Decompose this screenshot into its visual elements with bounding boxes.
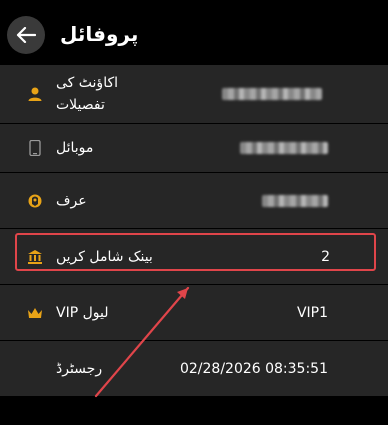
registered-label: رجسٹرڈ bbox=[56, 360, 103, 377]
arrow-left-icon bbox=[16, 27, 36, 43]
nickname-value bbox=[262, 194, 328, 207]
vip-level-value: VIP1 bbox=[296, 304, 328, 321]
phone-icon bbox=[27, 140, 43, 156]
header: پروفائل bbox=[0, 0, 388, 64]
row-account-details[interactable]: اکاؤنٹ کی تفصیلات bbox=[0, 65, 388, 123]
account-details-label: اکاؤنٹ کی تفصیلات bbox=[56, 75, 119, 113]
row-vip-level[interactable]: لیول VIP VIP1 bbox=[0, 285, 388, 340]
account-id-value bbox=[222, 88, 322, 100]
mobile-value bbox=[240, 142, 328, 154]
row-nickname[interactable]: عرف bbox=[0, 173, 388, 228]
back-button[interactable] bbox=[7, 16, 45, 54]
highlight-box bbox=[15, 233, 376, 271]
nickname-icon bbox=[27, 193, 43, 209]
row-mobile[interactable]: موبائل bbox=[0, 124, 388, 172]
registered-date-value: 02/28/2026 08:35:51 bbox=[179, 360, 328, 377]
page-title: پروفائل bbox=[60, 22, 139, 46]
mobile-label: موبائل bbox=[56, 140, 94, 156]
user-icon bbox=[27, 86, 43, 102]
row-registered: رجسٹرڈ 02/28/2026 08:35:51 bbox=[0, 341, 388, 396]
nickname-label: عرف bbox=[56, 192, 87, 209]
vip-level-label: لیول VIP bbox=[56, 304, 109, 321]
crown-icon bbox=[27, 305, 43, 321]
